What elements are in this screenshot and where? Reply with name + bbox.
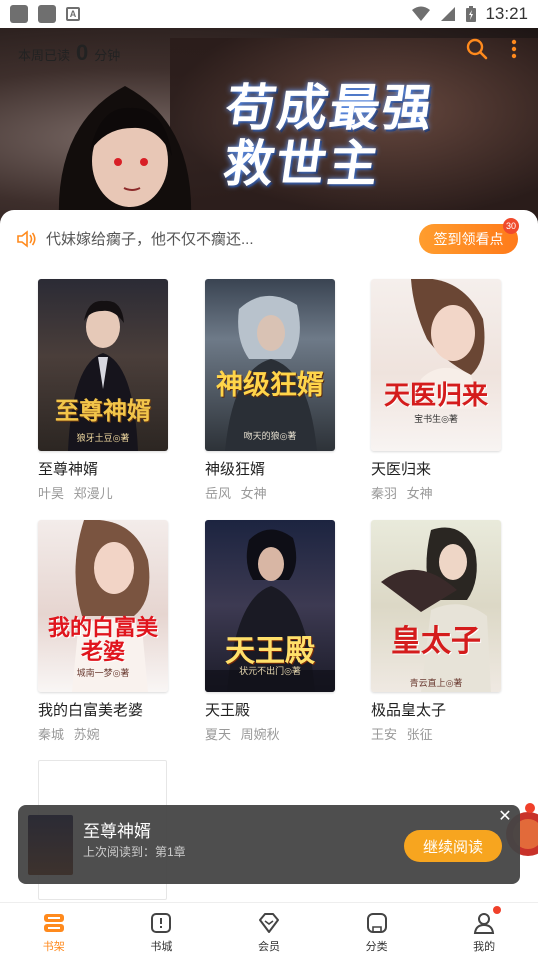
nav-label: 书架 <box>42 941 65 953</box>
cover-author: 状元不出门◎著 <box>239 666 301 676</box>
cover-author: 青云直上◎著 <box>409 678 463 688</box>
signal-icon <box>441 7 456 21</box>
cover-author: 宝书生◎著 <box>414 414 458 424</box>
category-icon <box>366 913 387 933</box>
book-meta: 叶昊 郑漫儿 <box>38 486 113 501</box>
profile-icon <box>474 913 495 934</box>
continue-reading-button[interactable]: 继续阅读 <box>404 830 502 862</box>
nav-label: 分类 <box>365 941 388 953</box>
bookshelf-icon <box>43 914 64 932</box>
banner-character-illustration <box>58 86 192 228</box>
book-title: 极品皇太子 <box>371 702 447 719</box>
book-item[interactable]: 天医归来 宝书生◎著 天医归来 秦羽 女神 <box>371 279 501 502</box>
book-item[interactable]: 天王殿 状元不出门◎著 天王殿 夏天 周婉秋 <box>205 520 335 743</box>
book-cover[interactable]: 皇太子 青云直上◎著 <box>371 520 501 692</box>
book-cover[interactable]: 神级狂婿 吻天的狼◎著 <box>205 279 335 451</box>
battery-icon <box>466 6 477 22</box>
profile-notification-dot <box>493 906 502 914</box>
book-title: 至尊神婿 <box>38 461 99 478</box>
book-meta: 秦城 苏婉 <box>38 727 100 742</box>
book-cover[interactable]: 至尊神婿 狼牙土豆◎著 <box>38 279 168 451</box>
book-meta: 夏天 周婉秋 <box>205 727 280 742</box>
cover-illustration <box>381 527 491 692</box>
nav-label: 书城 <box>150 941 173 953</box>
nav-item-bookshelf[interactable]: 书架 <box>0 903 108 956</box>
notice-text: 代妹嫁给瘸子，他不仅不瘸还... <box>46 231 254 248</box>
bookstore-icon <box>151 913 172 933</box>
book-meta: 岳风 女神 <box>205 486 267 501</box>
search-icon[interactable] <box>466 38 488 60</box>
checkin-button-label: 签到领看点 <box>433 231 504 247</box>
cover-title: 至尊神婿 <box>55 396 151 425</box>
notification-icon <box>38 5 56 23</box>
notification-icon <box>10 5 28 23</box>
checkin-badge: 30 <box>503 218 519 234</box>
continue-reading-button-label: 继续阅读 <box>422 838 483 856</box>
banner-title-line2: 救世主 <box>219 134 385 193</box>
continue-reading-cover <box>28 815 73 875</box>
speaker-icon <box>17 229 36 248</box>
reading-stat-unit: 分钟 <box>94 48 121 63</box>
nav-item-profile[interactable]: 我的 <box>430 903 538 956</box>
close-icon[interactable]: ✕ <box>496 808 514 826</box>
book-meta: 王安 张征 <box>371 727 433 742</box>
book-title: 我的白富美老婆 <box>38 702 144 719</box>
continue-reading-title: 至尊神婿 <box>83 822 151 841</box>
cover-title: 我的白富美老婆 <box>47 615 158 665</box>
cover-author: 吻天的狼◎著 <box>243 431 297 441</box>
book-cover[interactable]: 天王殿 状元不出门◎著 <box>205 520 335 692</box>
book-item[interactable]: 我的白富美老婆 城南一梦◎著 我的白富美老婆 秦城 苏婉 <box>38 520 168 743</box>
clock: 13:21 <box>485 4 528 23</box>
cover-title: 皇太子 <box>391 624 481 659</box>
nav-label: 我的 <box>473 941 496 953</box>
banner-title-line1: 苟成最强 <box>221 78 439 137</box>
bottom-nav: 书架 书城 会员 分类 我的 <box>0 902 538 956</box>
book-title: 神级狂婿 <box>205 461 266 478</box>
book-title: 天王殿 <box>205 702 251 719</box>
nav-item-category[interactable]: 分类 <box>323 903 431 956</box>
reading-stat-label: 本周已读 <box>18 48 71 63</box>
weekly-reading-stat: 本周已读 0 分钟 <box>18 40 120 66</box>
diamond-icon <box>258 913 279 933</box>
wifi-icon <box>412 6 431 21</box>
book-item[interactable]: 至尊神婿 狼牙土豆◎著 至尊神婿 叶昊 郑漫儿 <box>38 279 168 502</box>
notice-bar[interactable]: 代妹嫁给瘸子，他不仅不瘸还... <box>16 228 254 249</box>
book-cover[interactable]: 天医归来 宝书生◎著 <box>371 279 501 451</box>
more-options-icon[interactable] <box>510 38 518 60</box>
book-meta: 秦羽 女神 <box>371 486 433 501</box>
nav-item-bookstore[interactable]: 书城 <box>108 903 216 956</box>
banner-title: 苟成最强 救世主 <box>214 78 439 193</box>
book-item[interactable]: 神级狂婿 吻天的狼◎著 神级狂婿 岳风 女神 <box>205 279 335 502</box>
app-notification-icon: A <box>66 7 80 21</box>
cover-author: 城南一梦◎著 <box>76 668 130 678</box>
book-item[interactable]: 皇太子 青云直上◎著 极品皇太子 王安 张征 <box>371 520 501 743</box>
cover-author: 狼牙土豆◎著 <box>76 433 130 443</box>
cover-illustration <box>225 295 317 451</box>
nav-label: 会员 <box>257 941 280 953</box>
continue-reading-progress: 上次阅读到：第1章 <box>83 845 186 859</box>
continue-reading-bar[interactable]: 至尊神婿 上次阅读到：第1章 继续阅读 ✕ <box>18 805 520 884</box>
status-bar: A 13:21 <box>0 0 538 28</box>
cover-title: 天医归来 <box>383 381 488 411</box>
reading-stat-value: 0 <box>76 40 89 65</box>
cover-title: 神级狂婿 <box>216 370 324 401</box>
book-cover[interactable]: 我的白富美老婆 城南一梦◎著 <box>38 520 168 692</box>
cover-illustration <box>411 279 485 409</box>
book-title: 天医归来 <box>371 461 432 478</box>
nav-item-membership[interactable]: 会员 <box>215 903 323 956</box>
banner[interactable]: 苟成最强 救世主 本周已读 0 分钟 <box>0 28 538 228</box>
